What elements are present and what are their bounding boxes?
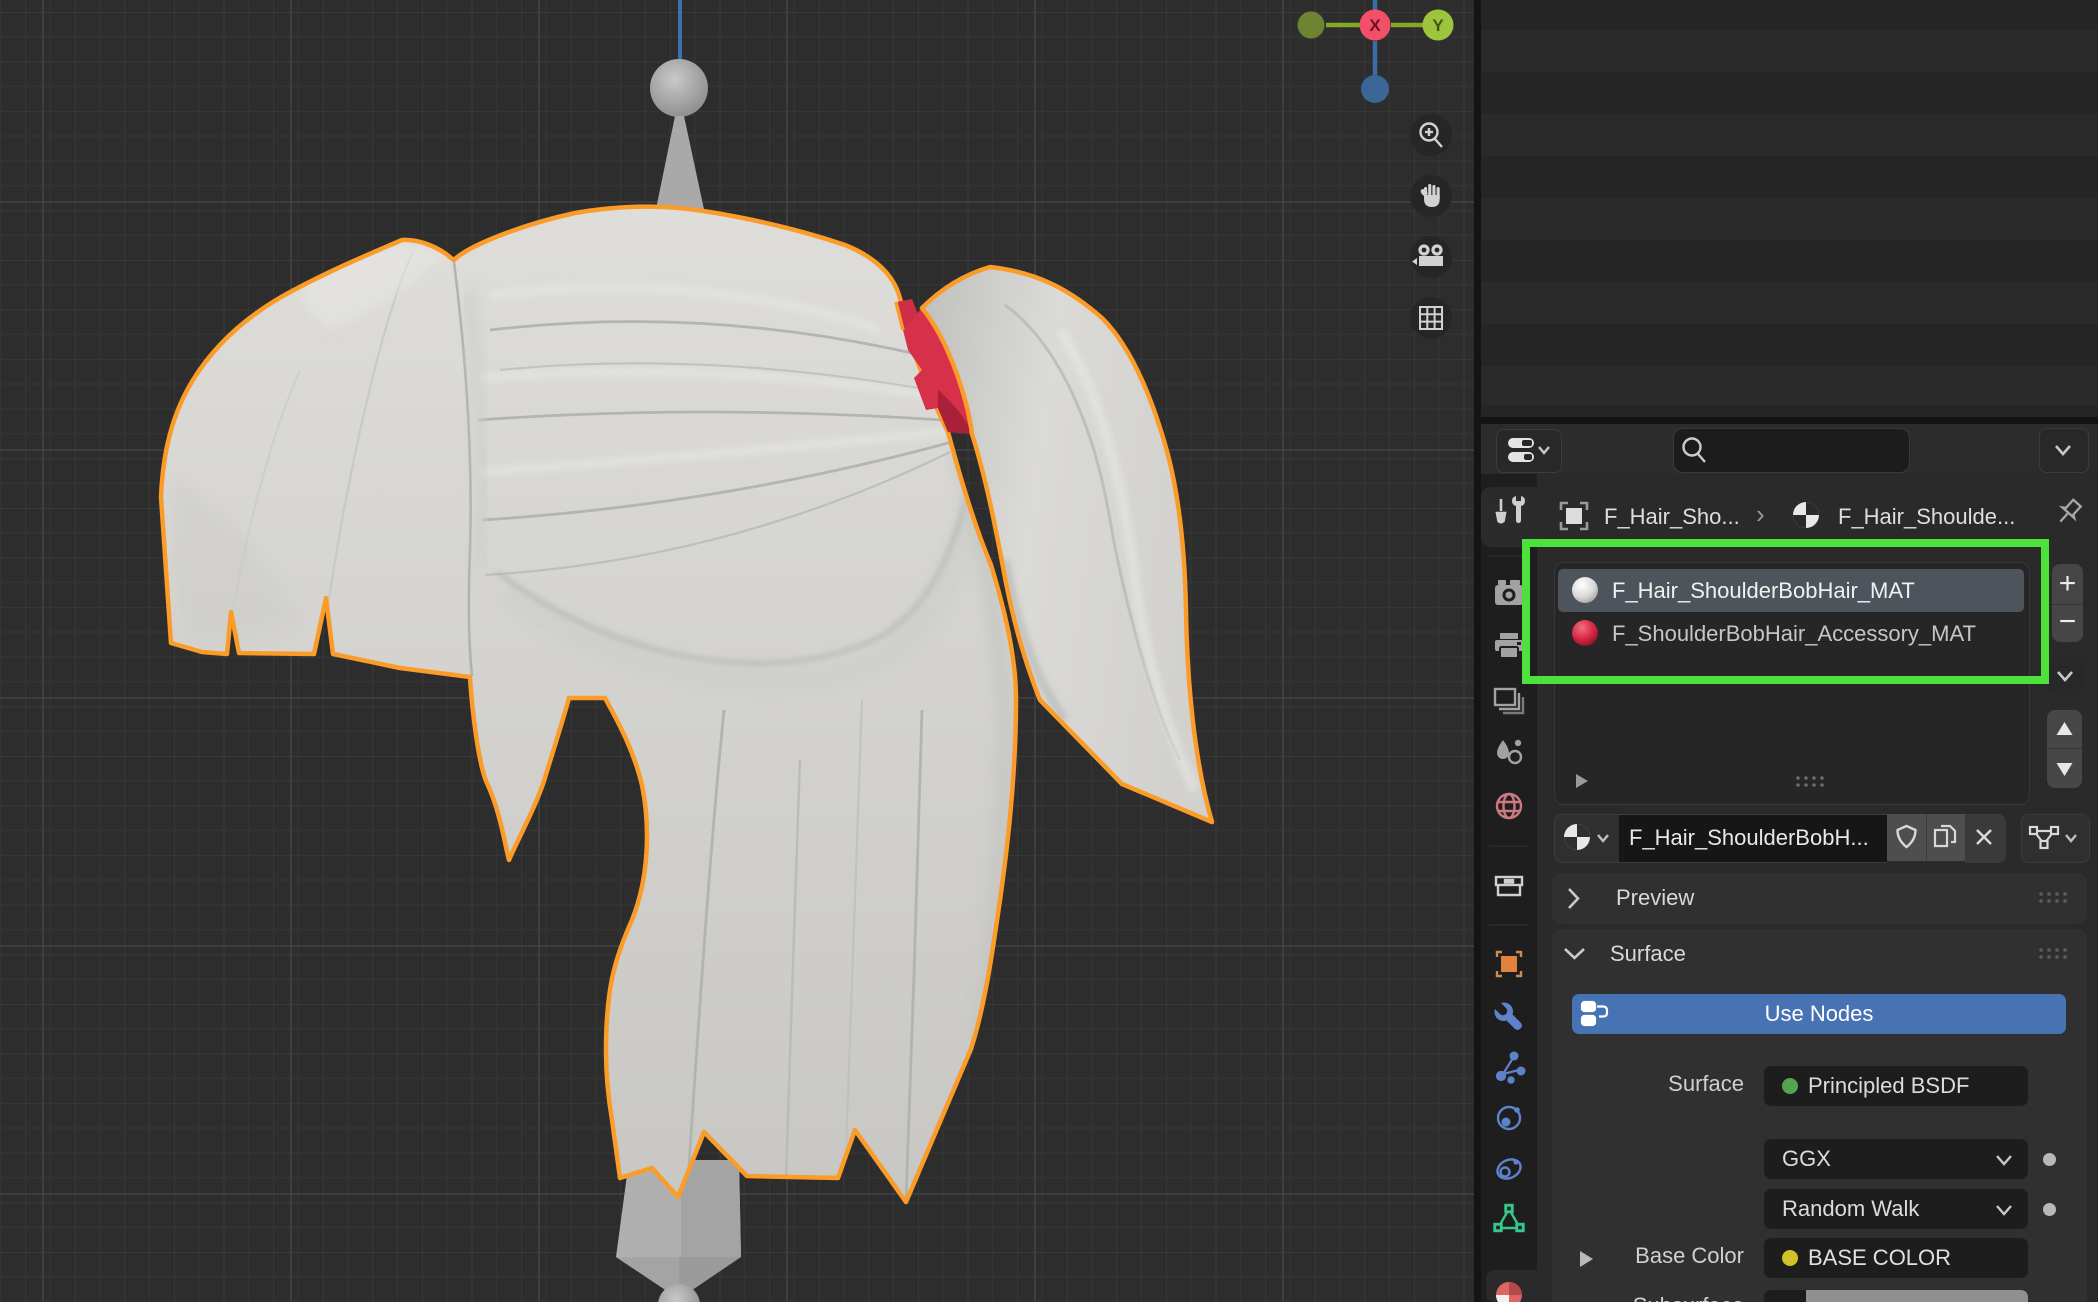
svg-text:Y: Y (1432, 16, 1444, 35)
svg-text:X: X (1369, 16, 1381, 35)
